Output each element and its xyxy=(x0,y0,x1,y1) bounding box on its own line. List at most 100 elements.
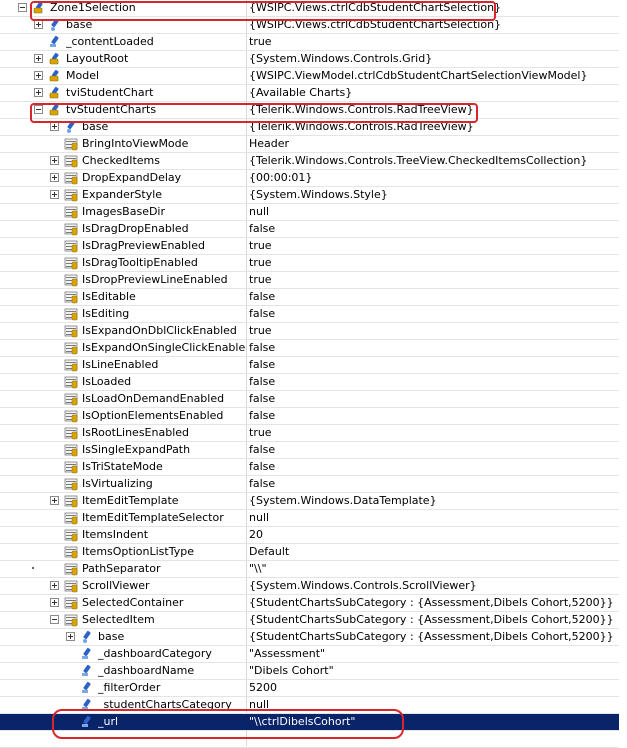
row-value[interactable]: false xyxy=(249,357,617,373)
row-value[interactable]: {Telerik.Windows.Controls.RadTreeView} xyxy=(249,102,617,118)
row-value[interactable]: Default xyxy=(249,544,617,560)
watch-row[interactable]: IsTriStateMode false xyxy=(0,459,619,476)
row-value[interactable]: "\\" xyxy=(249,561,617,577)
watch-row[interactable]: tvStudentCharts {Telerik.Windows.Controls… xyxy=(0,102,619,119)
row-value[interactable]: null xyxy=(249,204,617,220)
row-value[interactable]: {Telerik.Windows.Controls.RadTreeView} xyxy=(249,119,617,135)
row-value[interactable]: {StudentChartsSubCategory : {Assessment,… xyxy=(249,612,617,628)
row-value[interactable]: {WSIPC.ViewModel.ctrlCdbStudentChartSele… xyxy=(249,68,617,84)
watch-row[interactable]: IsDropPreviewLineEnabled true xyxy=(0,272,619,289)
watch-row[interactable] xyxy=(0,731,619,748)
row-value[interactable]: false xyxy=(249,391,617,407)
watch-row[interactable]: IsLineEnabled false xyxy=(0,357,619,374)
watch-row[interactable]: _contentLoaded true xyxy=(0,34,619,51)
watch-row[interactable]: IsOptionElementsEnabled false xyxy=(0,408,619,425)
watch-row[interactable]: base {Telerik.Windows.Controls.RadTreeVie… xyxy=(0,119,619,136)
watch-row[interactable]: _url "\\ctrlDibelsCohort" xyxy=(0,714,619,731)
row-value[interactable]: false xyxy=(249,442,617,458)
row-value[interactable]: false xyxy=(249,340,617,356)
expand-icon[interactable] xyxy=(50,156,59,165)
watch-row[interactable]: ItemEditTemplate {System.Windows.DataTemp… xyxy=(0,493,619,510)
row-value[interactable]: {00:00:01} xyxy=(249,170,617,186)
watch-row[interactable]: _dashboardCategory "Assessment" xyxy=(0,646,619,663)
watch-row[interactable]: _dashboardName "Dibels Cohort" xyxy=(0,663,619,680)
collapse-icon[interactable] xyxy=(34,105,43,114)
row-value[interactable]: true xyxy=(249,238,617,254)
row-value[interactable]: {StudentChartsSubCategory : {Assessment,… xyxy=(249,595,617,611)
row-value[interactable]: false xyxy=(249,408,617,424)
watch-row[interactable]: ItemsOptionListType Default xyxy=(0,544,619,561)
watch-row[interactable]: ScrollViewer {System.Windows.Controls.Scr… xyxy=(0,578,619,595)
watch-row[interactable]: base {WSIPC.Views.ctrlCdbStudentChartSele… xyxy=(0,17,619,34)
row-value[interactable]: 20 xyxy=(249,527,617,543)
row-value[interactable]: {StudentChartsSubCategory : {Assessment,… xyxy=(249,629,617,645)
row-value[interactable]: false xyxy=(249,459,617,475)
expand-icon[interactable] xyxy=(50,122,59,131)
row-value[interactable]: false xyxy=(249,289,617,305)
expand-icon[interactable] xyxy=(50,496,59,505)
watch-row[interactable]: Model {WSIPC.ViewModel.ctrlCdbStudentChar… xyxy=(0,68,619,85)
row-value[interactable]: {System.Windows.DataTemplate} xyxy=(249,493,617,509)
watch-row[interactable]: PathSeparator "\\" xyxy=(0,561,619,578)
row-value[interactable]: "\\ctrlDibelsCohort" xyxy=(249,714,617,730)
expand-icon[interactable] xyxy=(50,173,59,182)
expand-icon[interactable] xyxy=(66,632,75,641)
watch-row[interactable]: IsExpandOnSingleClickEnabled false xyxy=(0,340,619,357)
row-value[interactable] xyxy=(249,731,617,747)
row-value[interactable]: Header xyxy=(249,136,617,152)
row-value[interactable]: {System.Windows.Style} xyxy=(249,187,617,203)
row-value[interactable]: true xyxy=(249,34,617,50)
expand-icon[interactable] xyxy=(34,88,43,97)
expand-icon[interactable] xyxy=(50,598,59,607)
watch-row[interactable]: IsEditable false xyxy=(0,289,619,306)
watch-row[interactable]: _filterOrder 5200 xyxy=(0,680,619,697)
watch-row[interactable]: IsEditing false xyxy=(0,306,619,323)
watch-row[interactable]: DropExpandDelay {00:00:01} xyxy=(0,170,619,187)
expand-icon[interactable] xyxy=(34,20,43,29)
row-value[interactable]: false xyxy=(249,306,617,322)
watch-row[interactable]: ItemEditTemplateSelector null xyxy=(0,510,619,527)
watch-row[interactable]: IsDragPreviewEnabled true xyxy=(0,238,619,255)
watch-row[interactable]: ItemsIndent 20 xyxy=(0,527,619,544)
row-value[interactable]: false xyxy=(249,374,617,390)
row-value[interactable]: true xyxy=(249,323,617,339)
row-value[interactable]: "Dibels Cohort" xyxy=(249,663,617,679)
watch-row[interactable]: IsExpandOnDblClickEnabled true xyxy=(0,323,619,340)
watch-row[interactable]: IsLoadOnDemandEnabled false xyxy=(0,391,619,408)
row-value[interactable]: {Available Charts} xyxy=(249,85,617,101)
row-value[interactable]: {System.Windows.Controls.ScrollViewer} xyxy=(249,578,617,594)
row-value[interactable]: false xyxy=(249,221,617,237)
row-value[interactable]: {WSIPC.Views.ctrlCdbStudentChartSelectio… xyxy=(249,0,617,16)
watch-row[interactable]: tviStudentChart {Available Charts} xyxy=(0,85,619,102)
watch-row[interactable]: ImagesBaseDir null xyxy=(0,204,619,221)
watch-row[interactable]: base {StudentChartsSubCategory : {Assessm… xyxy=(0,629,619,646)
row-value[interactable]: {System.Windows.Controls.Grid} xyxy=(249,51,617,67)
row-value[interactable]: true xyxy=(249,272,617,288)
row-value[interactable]: null xyxy=(249,510,617,526)
watch-row[interactable]: SelectedContainer {StudentChartsSubCatego… xyxy=(0,595,619,612)
row-value[interactable]: {WSIPC.Views.ctrlCdbStudentChartSelectio… xyxy=(249,17,617,33)
watch-row[interactable]: BringIntoViewMode Header xyxy=(0,136,619,153)
watch-row[interactable]: LayoutRoot {System.Windows.Controls.Grid} xyxy=(0,51,619,68)
row-value[interactable]: true xyxy=(249,425,617,441)
watch-row[interactable]: IsLoaded false xyxy=(0,374,619,391)
watch-row[interactable]: IsSingleExpandPath false xyxy=(0,442,619,459)
row-value[interactable]: true xyxy=(249,255,617,271)
expand-icon[interactable] xyxy=(50,581,59,590)
watch-row[interactable]: IsVirtualizing false xyxy=(0,476,619,493)
watch-row[interactable]: ExpanderStyle {System.Windows.Style} xyxy=(0,187,619,204)
watch-row[interactable]: IsRootLinesEnabled true xyxy=(0,425,619,442)
watch-row[interactable]: _studentChartsCategory null xyxy=(0,697,619,714)
expand-icon[interactable] xyxy=(34,71,43,80)
row-value[interactable]: 5200 xyxy=(249,680,617,696)
watch-row[interactable]: IsDragDropEnabled false xyxy=(0,221,619,238)
row-value[interactable]: "Assessment" xyxy=(249,646,617,662)
row-value[interactable]: null xyxy=(249,697,617,713)
expand-icon[interactable] xyxy=(50,190,59,199)
watch-row[interactable]: IsDragTooltipEnabled true xyxy=(0,255,619,272)
row-value[interactable]: false xyxy=(249,476,617,492)
collapse-icon[interactable] xyxy=(18,3,27,12)
expand-icon[interactable] xyxy=(34,54,43,63)
row-value[interactable]: {Telerik.Windows.Controls.TreeView.Check… xyxy=(249,153,617,169)
watch-row[interactable]: CheckedItems {Telerik.Windows.Controls.Tr… xyxy=(0,153,619,170)
